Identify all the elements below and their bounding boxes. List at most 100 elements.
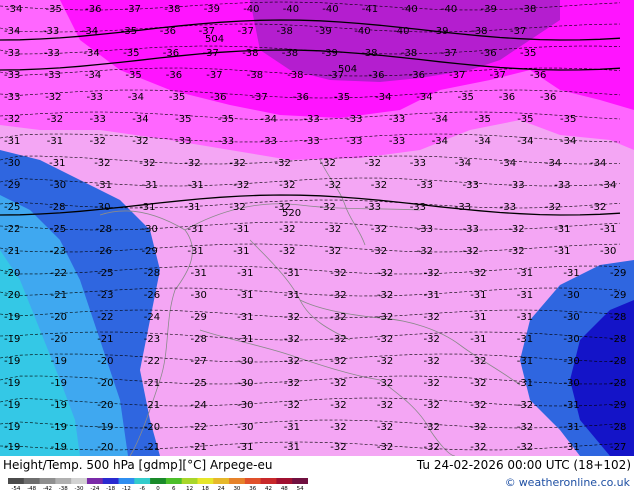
temperature-label: -35 [218,114,234,125]
temperature-label: -37 [510,26,526,37]
temperature-label: -21 [51,290,67,301]
color-scale-tick: 30 [233,486,240,490]
color-scale-tick: 6 [172,486,176,490]
color-scale-tick: -12 [122,486,131,490]
temperature-label: -30 [563,290,579,301]
temperature-label: -32 [4,114,20,125]
temperature-label: -32 [377,290,393,301]
temperature-label: -25 [191,378,207,389]
temperature-label: -25 [97,268,113,279]
temperature-label: -33 [303,114,319,125]
color-scale-swatch [165,478,183,484]
temperature-label: -19 [4,422,20,433]
temperature-label: -28 [610,422,626,433]
temperature-label: -34 [432,114,448,125]
color-scale-swatch [229,478,246,484]
temperature-label: -32 [330,356,346,367]
temperature-label: -36 [210,92,226,103]
temperature-label: -30 [142,224,158,235]
temperature-label: -19 [4,378,20,389]
temperature-label: -32 [508,224,524,235]
temperature-label: -32 [325,180,341,191]
temperature-label: -31 [600,224,616,235]
temperature-label: -31 [563,442,579,453]
temperature-label: -31 [554,246,570,257]
temperature-label: -20 [51,334,67,345]
temperature-label: -36 [293,92,309,103]
temperature-label: -38 [282,48,298,59]
temperature-label: -32 [90,136,106,147]
map-footer: Height/Temp. 500 hPa [gdmp][°C] Arpege-e… [0,456,634,490]
temperature-label: -32 [320,202,336,213]
temperature-label: -19 [51,400,67,411]
color-scale-tick: 42 [265,486,272,490]
color-scale-swatch [8,478,25,484]
temperature-label: -31 [470,334,486,345]
temperature-label: -33 [4,92,20,103]
temperature-label: -32 [377,378,393,389]
temperature-label: -38 [287,70,303,81]
color-scale-tick: -18 [106,486,115,490]
weather-map: -34 -35 -36 -37 -38 -39 -40 -40 -40 -41 -40 -40 -39-… [0,0,634,456]
temperature-label: -19 [51,356,67,367]
temperature-label: -34 [132,114,148,125]
temperature-label: -32 [424,422,440,433]
temperature-label: -28 [49,202,65,213]
temperature-label: -29 [191,312,207,323]
temperature-label: -32 [377,422,393,433]
temperature-label: -20 [4,290,20,301]
temperature-label: -40 [354,26,370,37]
temperature-label: -34 [600,180,616,191]
temperature-label: -36 [409,70,425,81]
temperature-label: -24 [144,312,160,323]
temperature-label: -29 [610,400,626,411]
temperature-label: -31 [517,312,533,323]
temperature-label: -19 [51,442,67,453]
temperature-label: -21 [144,378,160,389]
temperature-label: -32 [330,312,346,323]
temperature-label: -31 [4,136,20,147]
temperature-label: -34 [475,136,491,147]
temperature-label: -33 [346,114,362,125]
temperature-label: -33 [43,26,59,37]
temperature-label: -32 [94,158,110,169]
temperature-label: -31 [49,158,65,169]
credit-link[interactable]: © weatheronline.co.uk [505,476,630,489]
temperature-label: -32 [377,312,393,323]
color-scale-tick: -48 [27,486,36,490]
temperature-label: -30 [563,312,579,323]
color-scale-swatch [134,478,151,484]
temperature-label: -28 [610,312,626,323]
temperature-label: -32 [184,158,200,169]
temperature-label: -32 [45,92,61,103]
temperature-label: -41 [362,4,378,15]
temperature-label: -36 [480,48,496,59]
temperature-label: -34 [500,158,516,169]
temperature-label: -40 [322,4,338,15]
temperature-label: -30 [563,356,579,367]
temperature-label: -35 [475,114,491,125]
temperature-label: -36 [368,70,384,81]
temperature-label: -26 [144,290,160,301]
temperature-label: -38 [401,48,417,59]
color-scale-tick: -54 [11,486,20,490]
temperature-label: -31 [563,268,579,279]
temperature-label: -32 [229,158,245,169]
temperature-label: -31 [47,136,63,147]
temperature-label: -30 [50,180,66,191]
color-scale-legend: -54 -48 -42 -38 -30 -24 -18 -12 -6 0 6 12 18 24 30 36 42… [8,478,308,490]
color-scale-swatch [213,478,230,484]
temperature-label: -32 [590,202,606,213]
temperature-label: -32 [517,422,533,433]
temperature-label: -32 [284,400,300,411]
temperature-label: -35 [121,26,137,37]
temperature-label: -23 [50,246,66,257]
temperature-label: -35 [125,70,141,81]
temperature-label: -32 [365,158,381,169]
temperature-label: -22 [4,224,20,235]
color-scale-swatch [244,478,262,484]
temperature-label: -33 [389,136,405,147]
temperature-label: -32 [284,378,300,389]
temperature-label: -19 [51,422,67,433]
color-scale-tick: 54 [297,486,304,490]
